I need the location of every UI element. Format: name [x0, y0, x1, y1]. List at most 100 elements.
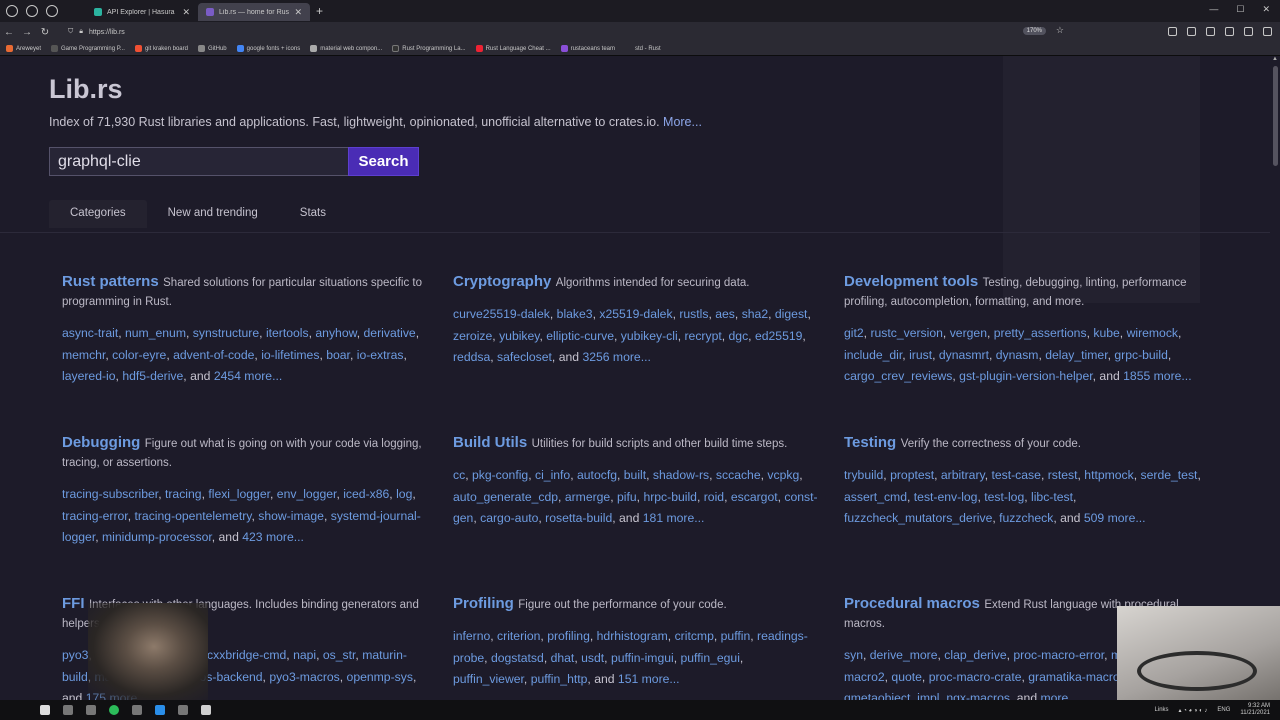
- crate-link[interactable]: qmetaobject_impl: [844, 691, 940, 700]
- crate-link[interactable]: io-extras: [357, 348, 404, 362]
- crate-link[interactable]: show-image: [258, 509, 324, 523]
- crate-link[interactable]: synstructure: [193, 326, 259, 340]
- crate-link[interactable]: puffin-imgui: [611, 651, 674, 665]
- crate-link[interactable]: test-case: [991, 468, 1040, 482]
- crate-link[interactable]: fuzzcheck: [999, 511, 1053, 525]
- category-title[interactable]: Build Utils: [453, 434, 527, 451]
- new-tab-button[interactable]: +: [316, 4, 323, 18]
- crate-link[interactable]: hdf5-derive: [122, 369, 183, 383]
- crate-link[interactable]: pyo3-macros: [269, 670, 339, 684]
- crate-link[interactable]: napi: [293, 648, 316, 662]
- crate-link[interactable]: env_logger: [277, 487, 337, 501]
- more-crates-link[interactable]: 1855 more...: [1123, 369, 1191, 383]
- crate-link[interactable]: dogstatsd: [491, 651, 544, 665]
- crate-link[interactable]: clap_derive: [944, 648, 1006, 662]
- close-window-icon[interactable]: ✕: [1262, 4, 1270, 15]
- category-title[interactable]: Profiling: [453, 595, 514, 612]
- crate-link[interactable]: escargot: [731, 490, 778, 504]
- app-icon[interactable]: [86, 705, 96, 715]
- more-crates-link[interactable]: 2454 more...: [214, 369, 282, 383]
- crate-link[interactable]: aes: [715, 307, 735, 321]
- url-bar[interactable]: ⛉ 🔒︎ https://lib.rs 170% ☆: [64, 24, 1064, 40]
- crate-link[interactable]: test-log: [984, 490, 1024, 504]
- crate-link[interactable]: tracing-opentelemetry: [134, 509, 251, 523]
- crate-link[interactable]: itertools: [266, 326, 309, 340]
- url-text[interactable]: https://lib.rs: [89, 29, 125, 36]
- bookmark-item[interactable]: Areweyet: [6, 45, 41, 52]
- pocket-icon[interactable]: [1187, 27, 1196, 36]
- crate-link[interactable]: openmp-sys: [347, 670, 413, 684]
- app-icon[interactable]: [132, 705, 142, 715]
- crate-link[interactable]: autocfg: [577, 468, 617, 482]
- crate-link[interactable]: vergen: [950, 326, 987, 340]
- crate-link[interactable]: test-env-log: [914, 490, 978, 504]
- crate-link[interactable]: dgc: [729, 329, 749, 343]
- crate-link[interactable]: sha2: [742, 307, 768, 321]
- crate-link[interactable]: pkg-config: [472, 468, 528, 482]
- crate-link[interactable]: ngx-macros: [946, 691, 1010, 700]
- category-title[interactable]: Development tools: [844, 273, 978, 290]
- addons-icon[interactable]: [1244, 27, 1253, 36]
- crate-link[interactable]: cc: [453, 468, 465, 482]
- crate-link[interactable]: grpc-build: [1114, 348, 1168, 362]
- tab-stats[interactable]: Stats: [279, 200, 347, 228]
- crate-link[interactable]: delay_timer: [1045, 348, 1107, 362]
- crate-link[interactable]: reddsa: [453, 350, 490, 364]
- crate-link[interactable]: boar: [326, 348, 350, 362]
- crate-link[interactable]: rosetta-build: [545, 511, 612, 525]
- minimize-icon[interactable]: —: [1209, 4, 1218, 15]
- crate-link[interactable]: num_enum: [125, 326, 186, 340]
- crate-link[interactable]: gst-plugin-version-helper: [959, 369, 1092, 383]
- menu-icon[interactable]: [1263, 27, 1272, 36]
- tab-hasura[interactable]: API Explorer | Hasura ✕: [86, 3, 198, 21]
- close-tab-icon[interactable]: ✕: [294, 7, 302, 18]
- crate-link[interactable]: vcpkg: [767, 468, 799, 482]
- crate-link[interactable]: advent-of-code: [173, 348, 254, 362]
- crate-link[interactable]: os_str: [323, 648, 356, 662]
- crate-link[interactable]: armerge: [565, 490, 610, 504]
- crate-link[interactable]: digest: [775, 307, 808, 321]
- crate-link[interactable]: proptest: [890, 468, 934, 482]
- category-title[interactable]: Testing: [844, 434, 896, 451]
- back-icon[interactable]: ←: [0, 27, 18, 38]
- category-title[interactable]: Procedural macros: [844, 595, 980, 612]
- crate-link[interactable]: anyhow: [315, 326, 356, 340]
- github-icon[interactable]: [46, 5, 58, 17]
- downloads-icon[interactable]: [1206, 27, 1215, 36]
- category-title[interactable]: Cryptography: [453, 273, 551, 290]
- crate-link[interactable]: ed25519: [755, 329, 802, 343]
- crate-link[interactable]: serde_test: [1141, 468, 1198, 482]
- crate-link[interactable]: gramatika-macro: [1028, 670, 1119, 684]
- crate-link[interactable]: auto_generate_cdp: [453, 490, 558, 504]
- language-indicator[interactable]: ENG: [1217, 707, 1230, 713]
- crate-link[interactable]: zeroize: [453, 329, 492, 343]
- clock[interactable]: 9:32 AM 11/21/2021: [1240, 703, 1270, 717]
- more-crates-link[interactable]: 3256 more...: [582, 350, 650, 364]
- site-logo[interactable]: Lib.rs: [49, 74, 123, 105]
- crate-link[interactable]: x25519-dalek: [599, 307, 672, 321]
- crate-link[interactable]: flexi_logger: [208, 487, 270, 501]
- app-icon[interactable]: [63, 705, 73, 715]
- category-title[interactable]: Rust patterns: [62, 273, 159, 290]
- crate-link[interactable]: dynasm: [996, 348, 1039, 362]
- more-crates-link[interactable]: 151 more...: [618, 672, 680, 686]
- chrome-icon[interactable]: [109, 705, 119, 715]
- crate-link[interactable]: async-trait: [62, 326, 118, 340]
- crate-link[interactable]: cargo_crev_reviews: [844, 369, 952, 383]
- category-title[interactable]: FFI: [62, 595, 85, 612]
- tray-icons[interactable]: ▴ ◔ ◕ ◑ ◐ ♪: [1179, 707, 1208, 714]
- crate-link[interactable]: proc-macro-crate: [929, 670, 1022, 684]
- bookmark-item[interactable]: Game Programming P...: [51, 45, 125, 52]
- bookmark-item[interactable]: material web compon...: [310, 45, 382, 52]
- more-link[interactable]: More...: [663, 115, 702, 129]
- crate-link[interactable]: dhat: [551, 651, 575, 665]
- vscode-icon[interactable]: [155, 705, 165, 715]
- crate-link[interactable]: hdrhistogram: [597, 629, 668, 643]
- bookmark-item[interactable]: google fonts + icons: [236, 45, 300, 52]
- crate-link[interactable]: fuzzcheck_mutators_derive: [844, 511, 992, 525]
- crate-link[interactable]: derivative: [364, 326, 416, 340]
- category-title[interactable]: Debugging: [62, 434, 140, 451]
- zoom-badge[interactable]: 170%: [1022, 27, 1046, 35]
- crate-link[interactable]: puffin_egui: [681, 651, 740, 665]
- more-crates-link[interactable]: 423 more...: [242, 530, 304, 544]
